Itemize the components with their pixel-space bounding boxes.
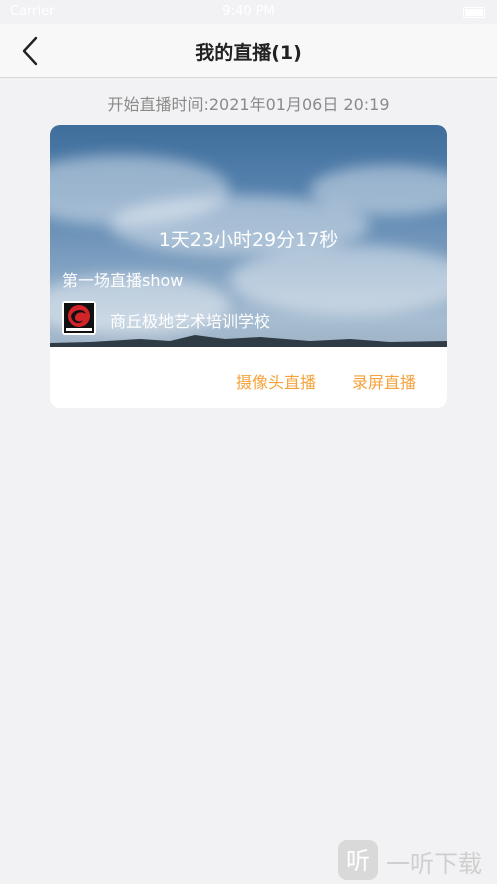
status-time: 9:40 PM (222, 4, 275, 19)
watermark-text: 一听下载 (386, 850, 482, 878)
hills-silhouette (50, 335, 447, 347)
watermark: 听 一听下载 (338, 840, 497, 880)
live-card[interactable]: 1天23小时29分17秒 第一场直播show 商丘极地艺术培训学校 摄像头直播 … (50, 125, 447, 408)
live-cover-image[interactable]: 1天23小时29分17秒 第一场直播show 商丘极地艺术培训学校 (50, 125, 447, 347)
screen-live-button[interactable]: 录屏直播 (352, 369, 416, 393)
school-name: 商丘极地艺术培训学校 (110, 312, 271, 331)
school-logo (62, 301, 96, 335)
watermark-logo-icon: 听 (338, 840, 378, 880)
page-title: 我的直播(1) (195, 42, 302, 64)
countdown-timer: 1天23小时29分17秒 (158, 229, 339, 251)
live-title: 第一场直播show (62, 271, 184, 290)
status-bar: Carrier 9:40 PM (0, 0, 497, 24)
nav-bar: 我的直播(1) (0, 24, 497, 78)
live-start-time: 开始直播时间:2021年01月06日 20:19 (107, 95, 390, 114)
battery-icon (463, 7, 485, 18)
svg-text:听: 听 (346, 847, 370, 875)
camera-live-button[interactable]: 摄像头直播 (236, 369, 316, 393)
